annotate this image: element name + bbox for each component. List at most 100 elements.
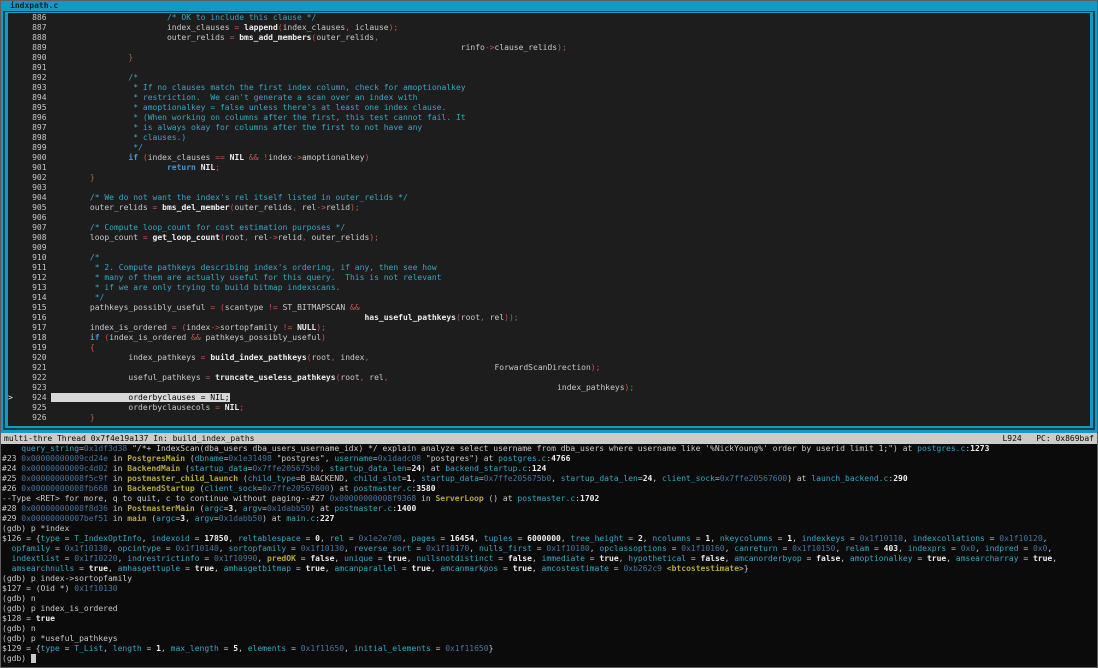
line-number: 905 <box>18 203 52 212</box>
source-line: 887 index_clauses = lappend(index_clause… <box>8 23 1090 33</box>
source-line: 912 * many of them are actually useful f… <box>8 273 1090 283</box>
source-line: 905 outer_relids = bms_del_member(outer_… <box>8 203 1090 213</box>
gdb-output-line: (gdb) n <box>2 594 1098 604</box>
line-number: 925 <box>18 403 52 412</box>
source-line: 900 if (index_clauses == NIL && !index->… <box>8 153 1090 163</box>
line-number: 921 <box>18 363 52 372</box>
current-line-arrow <box>8 33 18 42</box>
gdb-output-line: #29 0x00000000007bef51 in main (argc=3, … <box>2 514 1098 524</box>
current-line-arrow <box>8 93 18 102</box>
status-bar-right: L924 PC: 0x869baf <box>1002 434 1094 444</box>
gdb-output-line: #24 0x00000000009c4d02 in BackendMain (s… <box>2 464 1098 474</box>
gdb-console[interactable]: query_string=0x1df3d38 "/*+ IndexScan(db… <box>0 444 1098 668</box>
line-number: 890 <box>18 53 52 62</box>
source-line: 903 <box>8 183 1090 193</box>
gdb-output-line: --Type <RET> for more, q to quit, c to c… <box>2 494 1098 504</box>
line-number: 923 <box>18 383 52 392</box>
line-number: 926 <box>18 413 52 422</box>
line-number: 888 <box>18 33 52 42</box>
source-window-border <box>1093 11 1095 430</box>
gdb-output-line: #28 0x00000000008f8d36 in PostmasterMain… <box>2 504 1098 514</box>
gdb-output-line: query_string=0x1df3d38 "/*+ IndexScan(db… <box>2 444 1098 454</box>
current-line-arrow <box>8 253 18 262</box>
source-line: 913 * if we are only trying to build bit… <box>8 283 1090 293</box>
source-line: 898 * clauses.) <box>8 133 1090 143</box>
source-line: 918 if (index_is_ordered && pathkeys_pos… <box>8 333 1090 343</box>
current-line-arrow <box>8 313 18 322</box>
gdb-output-line: #25 0x00000000008f5c9f in postmaster_chi… <box>2 474 1098 484</box>
gdb-output-line: (gdb) n <box>2 624 1098 634</box>
source-line: 892 /* <box>8 73 1090 83</box>
current-line-arrow <box>8 193 18 202</box>
source-line: 897 * is always okay for columns after t… <box>8 123 1090 133</box>
source-line: 925 orderbyclausecols = NIL; <box>8 403 1090 413</box>
line-number: 891 <box>18 63 52 72</box>
line-number: 893 <box>18 83 52 92</box>
current-line-arrow <box>8 243 18 252</box>
line-number: 904 <box>18 193 52 202</box>
gdb-output-line: #26 0x00000000008fb668 in BackendStartup… <box>2 484 1098 494</box>
source-code-area[interactable]: 886 /* OK to include this clause */ 887 … <box>8 13 1090 426</box>
source-window-border <box>3 428 1095 430</box>
current-line-arrow <box>8 363 18 372</box>
source-line: 920 index_pathkeys = build_index_pathkey… <box>8 353 1090 363</box>
current-line-arrow: > <box>8 393 18 402</box>
line-number: 917 <box>18 323 52 332</box>
source-line: 921 ForwardScanDirection); <box>8 363 1090 373</box>
source-line: 901 return NIL; <box>8 163 1090 173</box>
current-line-arrow <box>8 213 18 222</box>
source-line: 886 /* OK to include this clause */ <box>8 13 1090 23</box>
gdb-output-line: $126 = {type = T_IndexOptInfo, indexoid … <box>2 534 1098 544</box>
source-line: 890 } <box>8 53 1090 63</box>
line-number: 887 <box>18 23 52 32</box>
current-line-arrow <box>8 13 18 22</box>
gdb-output-line: $129 = {type = T_List, length = 1, max_l… <box>2 644 1098 654</box>
line-number: 897 <box>18 123 52 132</box>
gdb-output-line: opfamily = 0x1f10130, opcintype = 0x1f10… <box>2 544 1098 554</box>
highlighted-code: orderbyclauses = NIL; <box>51 393 229 402</box>
source-line: 902 } <box>8 173 1090 183</box>
status-bar-left: multi-thre Thread 0x7f4e19a137 In: build… <box>4 434 254 444</box>
source-line: 922 useful_pathkeys = truncate_useless_p… <box>8 373 1090 383</box>
line-number: 906 <box>18 213 52 222</box>
line-number: 915 <box>18 303 52 312</box>
current-line-arrow <box>8 343 18 352</box>
line-number: 919 <box>18 343 52 352</box>
source-line: 926 } <box>8 413 1090 423</box>
current-line-arrow <box>8 303 18 312</box>
source-file-title: indxpath.c <box>10 1 58 11</box>
line-number: 901 <box>18 163 52 172</box>
line-number: 903 <box>18 183 52 192</box>
current-line-arrow <box>8 273 18 282</box>
current-line-arrow <box>8 63 18 72</box>
current-line-arrow <box>8 263 18 272</box>
current-line-arrow <box>8 293 18 302</box>
current-line-arrow <box>8 173 18 182</box>
line-number: 895 <box>18 103 52 112</box>
gdb-output-line: amsearchnulls = true, amhasgettuple = tr… <box>2 564 1098 574</box>
line-number: 918 <box>18 333 52 342</box>
line-number: 896 <box>18 113 52 122</box>
source-line: 911 * 2. Compute pathkeys describing ind… <box>8 263 1090 273</box>
current-line-arrow <box>8 233 18 242</box>
source-window: indxpath.c 886 /* OK to include this cla… <box>0 0 1098 433</box>
terminal-cursor[interactable] <box>31 654 36 663</box>
gdb-output-line: #23 0x00000000009cd24e in PostgresMain (… <box>2 454 1098 464</box>
current-line-arrow <box>8 403 18 412</box>
line-number: 898 <box>18 133 52 142</box>
current-line-arrow <box>8 143 18 152</box>
source-line: 899 */ <box>8 143 1090 153</box>
source-line: 909 <box>8 243 1090 253</box>
current-line-arrow <box>8 153 18 162</box>
line-number: 924 <box>18 393 52 402</box>
source-line: 923 index_pathkeys); <box>8 383 1090 393</box>
source-line: 907 /* Compute loop_count for cost estim… <box>8 223 1090 233</box>
current-line-arrow <box>8 73 18 82</box>
line-number: 892 <box>18 73 52 82</box>
status-bar: multi-thre Thread 0x7f4e19a137 In: build… <box>0 433 1098 444</box>
gdb-output-line: $127 = (Oid *) 0x1f10130 <box>2 584 1098 594</box>
line-number: 894 <box>18 93 52 102</box>
current-line-arrow <box>8 353 18 362</box>
source-line: 917 index_is_ordered = (index->sortopfam… <box>8 323 1090 333</box>
line-number: 907 <box>18 223 52 232</box>
